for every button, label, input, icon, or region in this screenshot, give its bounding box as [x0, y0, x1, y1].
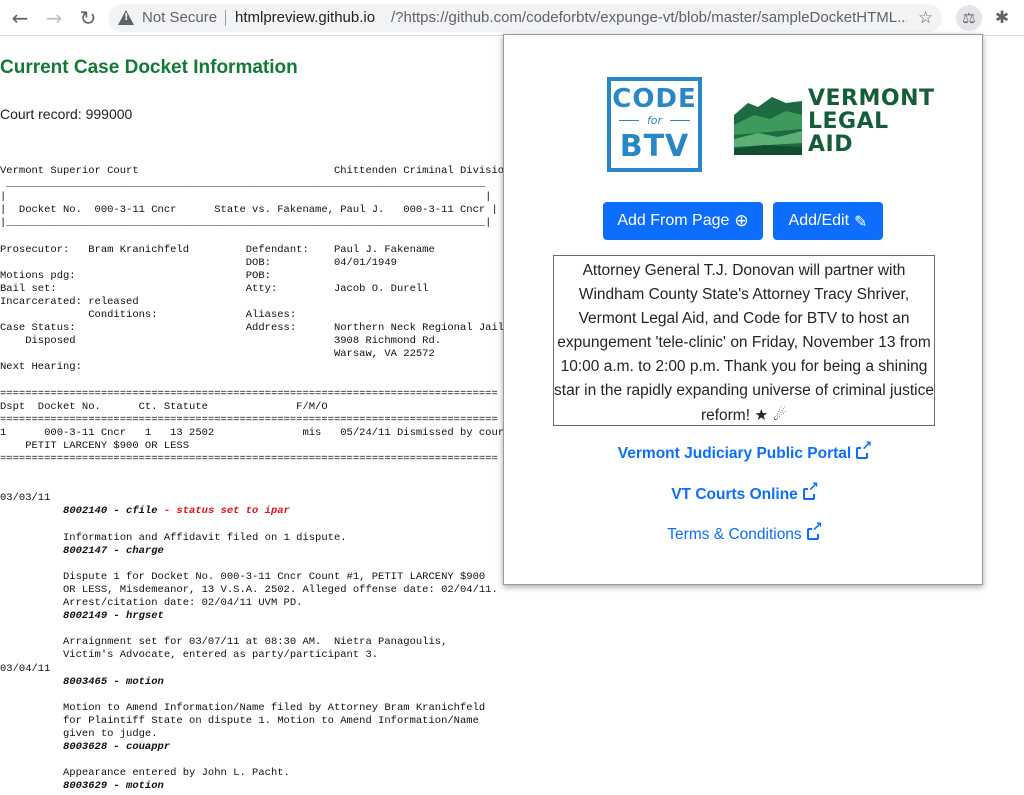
docket-line: OR LESS, Misdemeanor, 13 V.S.A. 2502. Al…	[0, 584, 498, 596]
bookmark-star-icon[interactable]: ☆	[918, 4, 933, 32]
back-arrow-icon[interactable]: ←	[8, 6, 32, 30]
url-path[interactable]: /?https://github.com/codeforbtv/expunge-…	[391, 4, 907, 32]
mountain-icon	[734, 89, 802, 155]
external-link-icon	[802, 481, 819, 500]
terms-conditions-link[interactable]: Terms & Conditions	[504, 521, 982, 544]
docket-line: Incarcerated: released	[0, 295, 139, 308]
docket-line: Arraignment set for 03/07/11 at 08:30 AM…	[0, 636, 448, 649]
code-for-btv-logo: CODE for BTV	[607, 77, 702, 172]
add-from-page-label: Add From Page	[617, 212, 730, 229]
docket-line: Vermont Superior Court Chittenden Crimin…	[0, 165, 511, 177]
browser-toolbar: ← → ↻ Not Secure htmlpreview.github.io /…	[0, 0, 1024, 36]
docket-line: Dispute 1 for Docket No. 000-3-11 Cncr C…	[0, 570, 486, 583]
add-edit-button[interactable]: Add/Edit ✎	[773, 202, 883, 240]
puzzle-extensions-icon[interactable]: ✱	[989, 5, 1015, 31]
docket-line: | Docket No. 000-3-11 Cncr State vs. Fak…	[0, 204, 498, 217]
docket-line: Information and Affidavit filed on 1 dis…	[0, 531, 347, 544]
docket-line: Victim's Advocate, entered as party/part…	[0, 649, 379, 662]
external-link-icon	[806, 521, 823, 540]
docket-line: Warsaw, VA 22572	[0, 348, 435, 361]
docket-line: given to judge.	[0, 728, 158, 741]
vla-line2: LEGAL	[808, 109, 889, 134]
warning-icon	[118, 10, 134, 25]
security-label[interactable]: Not Secure	[142, 4, 217, 32]
docket-line: Next Hearing:	[0, 361, 82, 374]
cfb-logo-rule-right	[670, 120, 690, 121]
docket-line: | |	[0, 191, 492, 204]
docket-line: 8002149 - hrgset	[63, 610, 164, 623]
add-from-page-button[interactable]: Add From Page ⊕	[603, 202, 763, 240]
cfb-logo-line3: BTV	[619, 129, 690, 164]
docket-line: Dspt Docket No. Ct. Statute F/M/O	[0, 400, 328, 413]
edit-icon: ✎	[854, 211, 868, 231]
vla-line3: AID	[808, 132, 853, 157]
docket-line: Case Status: Address: Northern Neck Regi…	[0, 322, 505, 335]
judiciary-portal-label: Vermont Judiciary Public Portal	[617, 445, 852, 462]
docket-line: Motions pdg: POB:	[0, 269, 271, 282]
cfb-logo-line1: CODE	[612, 84, 697, 114]
docket-line: 8002140 - cfile - status set to ipar	[63, 505, 290, 518]
vermont-legal-aid-logo: VERMONT LEGAL AID	[734, 87, 934, 157]
docket-line: Appearance entered by John L. Pacht.	[0, 767, 290, 780]
docket-line: 8002147 - charge	[63, 544, 164, 557]
docket-text: Vermont Superior Court Chittenden Crimin…	[0, 165, 510, 794]
terms-conditions-label: Terms & Conditions	[667, 526, 802, 543]
vla-wordmark: VERMONT LEGAL AID	[808, 87, 935, 156]
docket-line: 8003465 - motion	[63, 675, 164, 688]
docket-line: Disposed 3908 Richmond Rd.	[0, 335, 442, 348]
docket-line: Prosecutor: Bram Kranichfeld Defendant: …	[0, 243, 435, 256]
omnibox-divider	[225, 10, 226, 26]
docket-line: 8003628 - couappr	[63, 741, 171, 754]
reload-icon[interactable]: ↻	[76, 6, 100, 30]
docket-line: |_______________________________________…	[0, 217, 492, 230]
star-comet-icon: ★ ☄	[754, 406, 788, 424]
docket-line: 03/03/11	[0, 492, 51, 505]
court-record: Court record: 999000	[0, 106, 133, 122]
vt-courts-online-label: VT Courts Online	[671, 486, 798, 503]
url-host[interactable]: htmlpreview.github.io	[235, 4, 375, 32]
docket-line: ________________________________________…	[0, 178, 486, 191]
cfb-logo-rule-left	[619, 120, 639, 121]
docket-line: 8003629 - motion	[63, 780, 164, 793]
docket-line: ========================================…	[0, 453, 498, 466]
judiciary-portal-link[interactable]: Vermont Judiciary Public Portal	[504, 440, 982, 463]
extension-popup: CODE for BTV VERMONT LEGAL AID Add From …	[503, 34, 983, 585]
add-edit-label: Add/Edit	[788, 212, 850, 229]
page-title: Current Case Docket Information	[0, 57, 298, 78]
docket-line: Conditions: Aliases:	[0, 309, 297, 322]
vla-line1: VERMONT	[808, 86, 935, 111]
address-bar[interactable]: Not Secure htmlpreview.github.io /?https…	[108, 4, 942, 32]
docket-line: Bail set: Atty: Jacob O. Durell	[0, 282, 429, 295]
announcement-box: Attorney General T.J. Donovan will partn…	[553, 255, 935, 426]
docket-line: DOB: 04/01/1949	[0, 256, 397, 269]
scales-extension-icon[interactable]: ⚖	[956, 5, 982, 31]
vt-courts-online-link[interactable]: VT Courts Online	[504, 481, 982, 504]
external-link-icon	[856, 440, 873, 459]
docket-line: 1 000-3-11 Cncr 1 13 2502 mis 05/24/11 D…	[0, 426, 511, 439]
docket-line: 03/04/11	[0, 662, 51, 675]
plus-circle-icon: ⊕	[734, 211, 749, 231]
docket-line: Motion to Amend Information/Name filed b…	[0, 701, 486, 714]
docket-line: PETIT LARCENY $900 OR LESS	[0, 439, 190, 452]
forward-arrow-icon[interactable]: →	[42, 6, 66, 30]
docket-line: for Plaintiff State on dispute 1. Motion…	[0, 714, 479, 727]
docket-line: ========================================…	[0, 413, 498, 426]
announcement-text: Attorney General T.J. Donovan will partn…	[554, 262, 934, 424]
docket-line: Arrest/citation date: 02/04/11 UVM PD.	[0, 597, 303, 610]
docket-line: ========================================…	[0, 387, 498, 400]
